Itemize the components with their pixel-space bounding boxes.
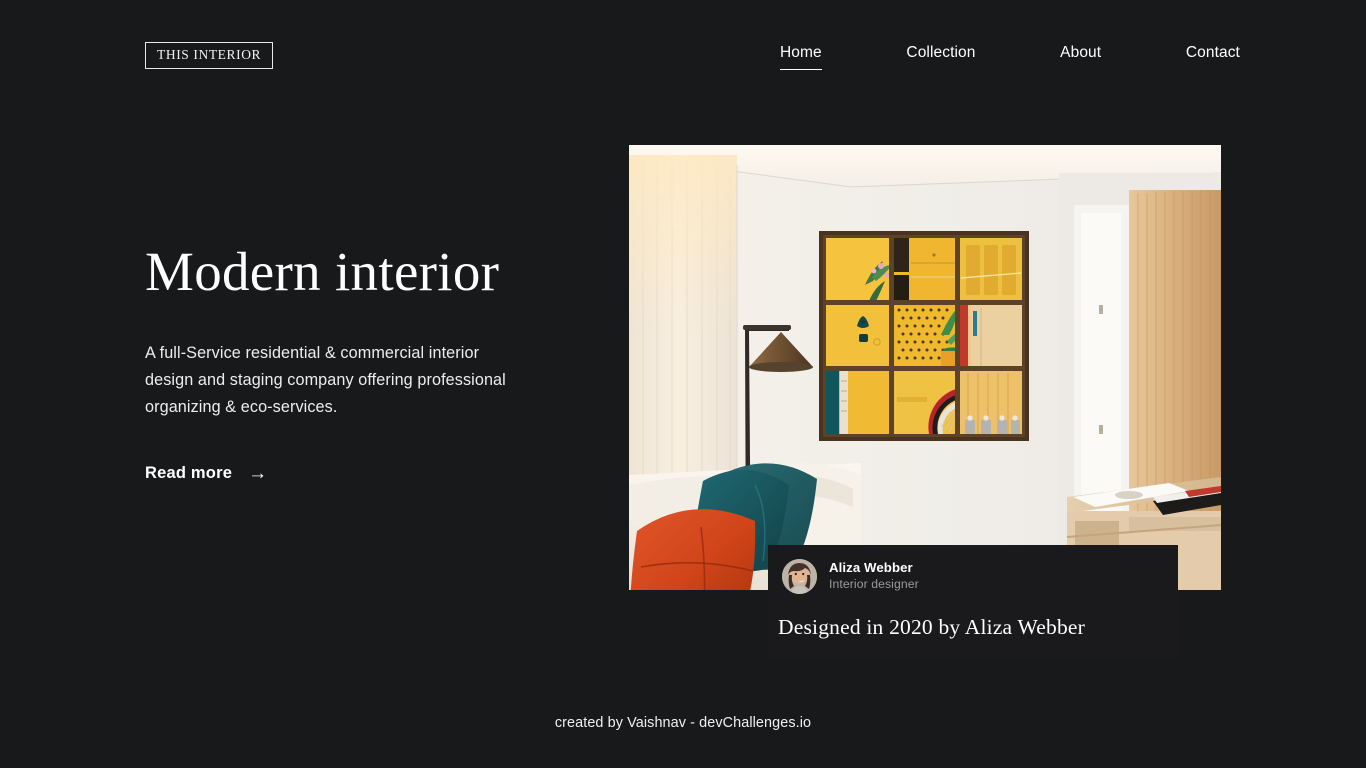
hero-image <box>629 145 1221 590</box>
designer-header: Aliza Webber Interior designer <box>768 559 1178 594</box>
arrow-right-icon: → <box>248 462 268 484</box>
site-header: THIS INTERIOR Home Collection About Cont… <box>0 0 1366 110</box>
nav-item-about[interactable]: About <box>1060 44 1101 69</box>
designer-role: Interior designer <box>829 576 919 591</box>
designer-name: Aliza Webber <box>829 560 913 576</box>
designer-identity: Aliza Webber Interior designer <box>829 560 919 592</box>
hero-copy: Modern interior A full-Service residenti… <box>145 243 565 483</box>
landing-page: THIS INTERIOR Home Collection About Cont… <box>0 0 1366 768</box>
designer-card: Aliza Webber Interior designer Designed … <box>768 545 1178 660</box>
interior-room-illustration <box>629 145 1221 590</box>
site-logo[interactable]: THIS INTERIOR <box>145 42 274 69</box>
footer-credit: created by Vaishnav - devChallenges.io <box>554 715 812 731</box>
read-more-label: Read more <box>145 463 233 482</box>
avatar <box>782 559 817 594</box>
nav-item-home[interactable]: Home <box>780 44 822 70</box>
designer-caption: Designed in 2020 by Aliza Webber <box>778 615 1086 639</box>
wall-art-grid <box>819 231 1029 441</box>
read-more-button[interactable]: Read more → <box>145 464 267 483</box>
hero-title: Modern interior <box>145 241 500 302</box>
main-navigation: Home Collection About Contact <box>780 44 1240 70</box>
nav-item-contact[interactable]: Contact <box>1186 44 1240 69</box>
avatar-portrait-icon <box>782 559 817 594</box>
hero-subtitle: A full-Service residential & commercial … <box>145 343 506 416</box>
nav-item-collection[interactable]: Collection <box>906 44 975 69</box>
